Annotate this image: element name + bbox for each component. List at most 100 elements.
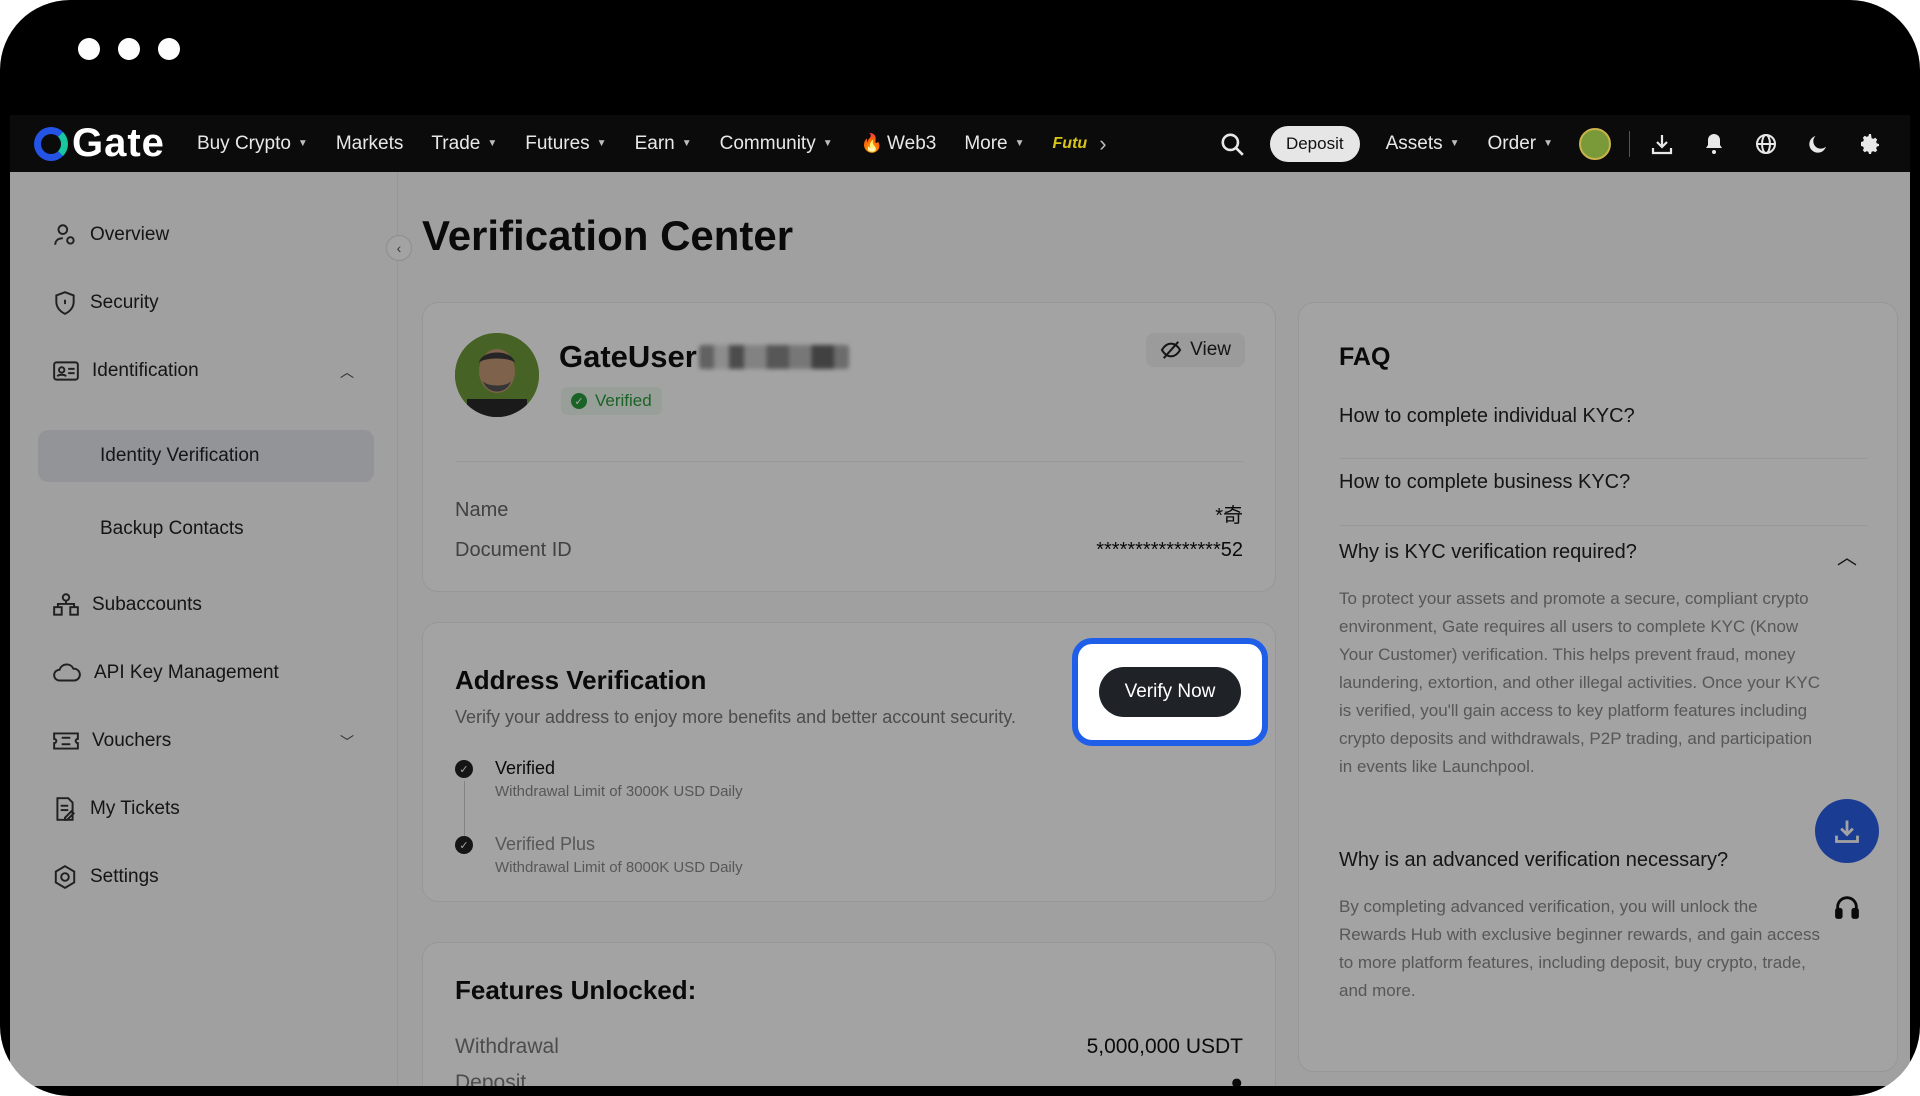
sidebar-item-api-key[interactable]: API Key Management [52,660,279,686]
check-circle-icon: ✓ [455,836,473,854]
gate-logo[interactable]: Gate [34,121,165,166]
faq-question-text: How to complete individual KYC? [1339,405,1635,427]
sidebar-label: Settings [90,866,159,887]
profile-divider [455,461,1243,462]
window-frame: Gate Buy Crypto ▼ Markets Trade ▼ Futures ▼… [0,0,1920,1096]
shield-icon [55,291,75,315]
eye-off-icon [1160,341,1182,359]
nav-futures[interactable]: Futures ▼ [525,133,606,155]
user-avatar[interactable] [1579,127,1611,160]
search-icon[interactable] [1218,130,1246,158]
step-verified: ✓ Verified Withdrawal Limit of 3000K USD… [455,758,743,800]
support-button[interactable] [1822,882,1872,932]
sidebar-item-security[interactable]: Security [52,290,159,316]
caret-down-icon: ▼ [487,138,498,149]
window-dot-close[interactable] [78,38,100,60]
nav-community[interactable]: Community ▼ [720,133,833,155]
floating-download-button[interactable] [1815,799,1879,863]
nav-label: Community [719,132,816,154]
sidebar-label: Overview [90,224,170,245]
faq-question-advanced-verification[interactable]: Why is an advanced verification necessar… [1339,849,1857,872]
faq-answer-advanced-verification: By completing advanced verification, you… [1339,897,1820,1000]
chevron-right-icon[interactable]: › [1099,131,1106,157]
logo-text: Gate [72,121,165,165]
nav-order[interactable]: Order ▼ [1488,133,1553,155]
window-dot-minimize[interactable] [118,38,140,60]
sidebar-label: Vouchers [92,730,172,751]
faq-divider [1339,458,1867,459]
verified-badge: ✓ Verified [561,387,662,415]
sidebar-item-vouchers[interactable]: Vouchers [52,728,171,754]
nav-earn[interactable]: Earn ▼ [635,133,692,155]
verify-now-button[interactable]: Verify Now [1098,667,1242,717]
faq-question-why-kyc[interactable]: Why is KYC verification required? ︿ [1339,541,1857,570]
window-controls [78,38,180,60]
profile-avatar [455,333,539,417]
futures-promo-badge[interactable]: Futu [1053,135,1088,153]
chevron-down-icon[interactable]: ﹀ [340,732,354,752]
nav-label: Assets [1385,132,1443,154]
chevron-up-icon[interactable]: ︿ [340,362,354,382]
sidebar-item-settings[interactable]: Settings [52,864,159,890]
faq-divider [1339,525,1867,526]
view-button[interactable]: View [1146,333,1245,367]
top-nav: Gate Buy Crypto ▼ Markets Trade ▼ Futures ▼… [10,115,1910,172]
nav-web3[interactable]: 🔥 Web3 [861,133,937,155]
nav-buy-crypto[interactable]: Buy Crypto ▼ [197,133,308,155]
nav-label: Markets [335,132,404,154]
nav-more[interactable]: More ▼ [964,133,1024,155]
check-circle-icon: ✓ [571,393,587,409]
step-title: Verified Plus [495,834,596,854]
sidebar-item-identification[interactable]: Identification [52,358,199,384]
page-title: Verification Center [422,212,794,259]
name-label: Name [455,499,509,521]
faq-question-individual-kyc[interactable]: How to complete individual KYC? [1339,405,1857,428]
gear-icon[interactable] [1856,130,1884,158]
caret-down-icon: ▼ [297,138,308,149]
download-icon[interactable] [1648,130,1676,158]
bell-icon[interactable] [1700,130,1728,158]
deposit-button[interactable]: Deposit [1269,125,1360,162]
nav-divider [1629,130,1630,157]
moon-icon[interactable] [1804,130,1832,158]
caret-down-icon: ▼ [681,138,692,149]
window-dot-maximize[interactable] [158,38,180,60]
verified-label: Verified [595,391,652,410]
faq-question-text: Why is KYC verification required? [1339,541,1637,563]
caret-down-icon: ▼ [1449,138,1460,149]
faq-question-text: How to complete business KYC? [1339,471,1631,493]
sidebar-label: API Key Management [94,662,279,683]
download-icon [1835,820,1859,843]
sidebar-item-identity-verification[interactable]: Identity Verification [100,445,259,467]
feature-deposit-row: Deposit ● [455,1071,1243,1086]
chevron-up-icon[interactable]: ︿ [1837,541,1857,570]
sidebar-item-subaccounts[interactable]: Subaccounts [52,592,202,618]
voucher-icon [53,732,79,750]
sidebar-item-overview[interactable]: Overview [52,222,169,248]
nav-trade[interactable]: Trade ▼ [431,133,497,155]
sidebar-collapse-button[interactable]: ‹ [386,235,412,261]
nav-label: Earn [634,132,675,154]
faq-question-business-kyc[interactable]: How to complete business KYC? [1339,471,1857,494]
faq-answer-why-kyc: To protect your assets and promote a sec… [1339,589,1820,776]
faq-title: FAQ [1339,343,1391,371]
step-verified-plus: ✓ Verified Plus Withdrawal Limit of 8000… [455,834,743,876]
document-id-row: Document ID ****************52 [455,539,1243,562]
globe-icon[interactable] [1752,130,1780,158]
nav-assets[interactable]: Assets ▼ [1386,133,1460,155]
sidebar-item-backup-contacts[interactable]: Backup Contacts [100,518,244,540]
nav-label: Web3 [887,132,937,154]
settings-icon [54,865,76,889]
view-label: View [1190,339,1231,360]
masked-uid [698,345,849,369]
caret-down-icon: ▼ [822,138,833,149]
nav-label: Trade [431,132,481,154]
nav-markets[interactable]: Markets [336,133,404,155]
name-row: Name *奇 [455,499,1243,528]
check-circle-icon: ● [1230,1071,1243,1086]
gate-logo-icon [34,126,68,161]
sidebar-item-my-tickets[interactable]: My Tickets [52,796,180,822]
features-title: Features Unlocked: [455,975,697,1005]
verify-now-highlight: Verify Now [1072,638,1268,746]
nav-label: More [964,132,1008,154]
